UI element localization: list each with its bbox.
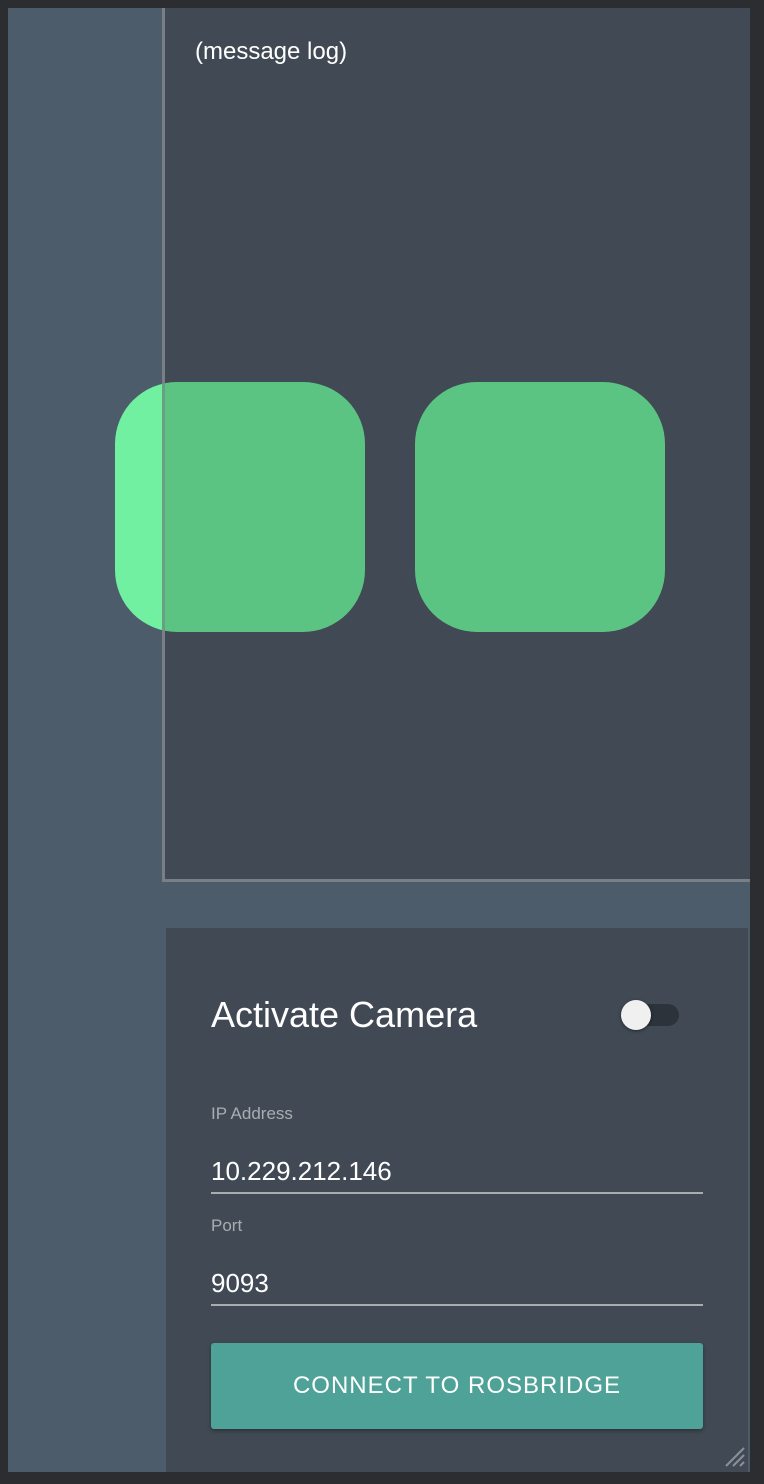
panel-edge-overlay <box>162 382 165 632</box>
connect-to-rosbridge-button[interactable]: CONNECT TO ROSBRIDGE <box>211 1343 703 1429</box>
ip-address-input[interactable] <box>211 1150 703 1194</box>
left-control-pad[interactable] <box>115 382 365 632</box>
message-log-text: (message log) <box>195 38 348 65</box>
app-frame: (message log) Activate Camera IP Address… <box>8 8 750 1472</box>
right-control-pad[interactable] <box>415 382 665 632</box>
resize-grip-icon[interactable] <box>722 1444 746 1468</box>
port-label: Port <box>211 1216 243 1235</box>
activate-camera-toggle[interactable] <box>621 1000 679 1030</box>
connection-controls-panel: Activate Camera IP Address Port CONNECT … <box>166 928 748 1472</box>
activate-camera-label: Activate Camera <box>211 994 478 1035</box>
ip-address-label: IP Address <box>211 1104 293 1123</box>
port-input[interactable] <box>211 1262 703 1306</box>
toggle-knob[interactable] <box>621 1000 651 1030</box>
